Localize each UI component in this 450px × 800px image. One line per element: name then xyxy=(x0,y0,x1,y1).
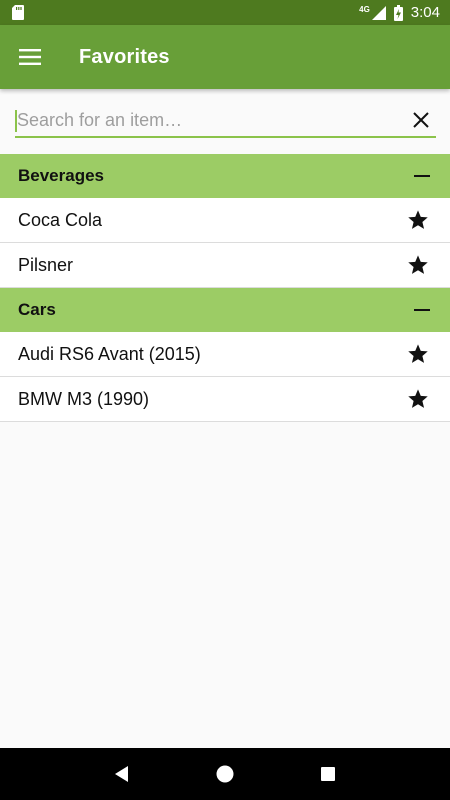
star-icon xyxy=(408,344,428,363)
status-left xyxy=(12,5,24,20)
favorite-star-button[interactable] xyxy=(405,207,431,233)
text-cursor xyxy=(15,110,17,132)
search-input[interactable] xyxy=(15,105,406,135)
menu-button[interactable] xyxy=(0,25,60,89)
home-icon xyxy=(216,765,234,783)
screen: 4G 3:04 Favorites Search for an item… Be… xyxy=(0,0,450,800)
list-item[interactable]: Audi RS6 Avant (2015) xyxy=(0,332,450,377)
recents-icon xyxy=(321,767,336,781)
app-bar: Favorites xyxy=(0,25,450,89)
favorites-list: Beverages Coca Cola Pilsner Cars Audi RS… xyxy=(0,154,450,422)
sd-card-icon xyxy=(12,5,24,20)
recents-button[interactable] xyxy=(308,754,348,794)
section-title: Cars xyxy=(18,300,56,319)
collapse-icon[interactable] xyxy=(414,175,430,177)
list-item[interactable]: Pilsner xyxy=(0,243,450,288)
home-button[interactable] xyxy=(205,754,245,794)
status-bar: 4G 3:04 xyxy=(0,0,450,25)
item-label: Pilsner xyxy=(18,254,74,275)
back-button[interactable] xyxy=(102,754,142,794)
list-item[interactable]: BMW M3 (1990) xyxy=(0,377,450,422)
star-icon xyxy=(408,389,428,408)
battery-charging-icon xyxy=(393,4,403,21)
star-icon xyxy=(408,210,428,229)
star-icon xyxy=(408,255,428,274)
page-title: Favorites xyxy=(79,45,170,68)
item-label: BMW M3 (1990) xyxy=(18,388,150,409)
signal-icon xyxy=(371,5,386,20)
navigation-bar xyxy=(0,748,450,800)
hamburger-menu-icon xyxy=(19,49,41,65)
favorite-star-button[interactable] xyxy=(405,252,431,278)
item-label: Audi RS6 Avant (2015) xyxy=(18,343,201,364)
back-icon xyxy=(114,766,128,782)
search-bar xyxy=(15,104,436,138)
clear-search-button[interactable] xyxy=(406,105,436,135)
status-time: 3:04 xyxy=(410,4,440,21)
favorite-star-button[interactable] xyxy=(405,386,431,412)
network-type: 4G xyxy=(359,5,370,14)
close-icon xyxy=(413,112,429,128)
status-right: 4G 3:04 xyxy=(359,4,440,21)
item-label: Coca Cola xyxy=(18,209,103,230)
collapse-icon[interactable] xyxy=(414,309,430,311)
favorite-star-button[interactable] xyxy=(405,341,431,367)
section-title: Beverages xyxy=(18,166,105,185)
list-item[interactable]: Coca Cola xyxy=(0,198,450,243)
section-header-beverages[interactable]: Beverages xyxy=(0,154,450,198)
section-header-cars[interactable]: Cars xyxy=(0,288,450,332)
